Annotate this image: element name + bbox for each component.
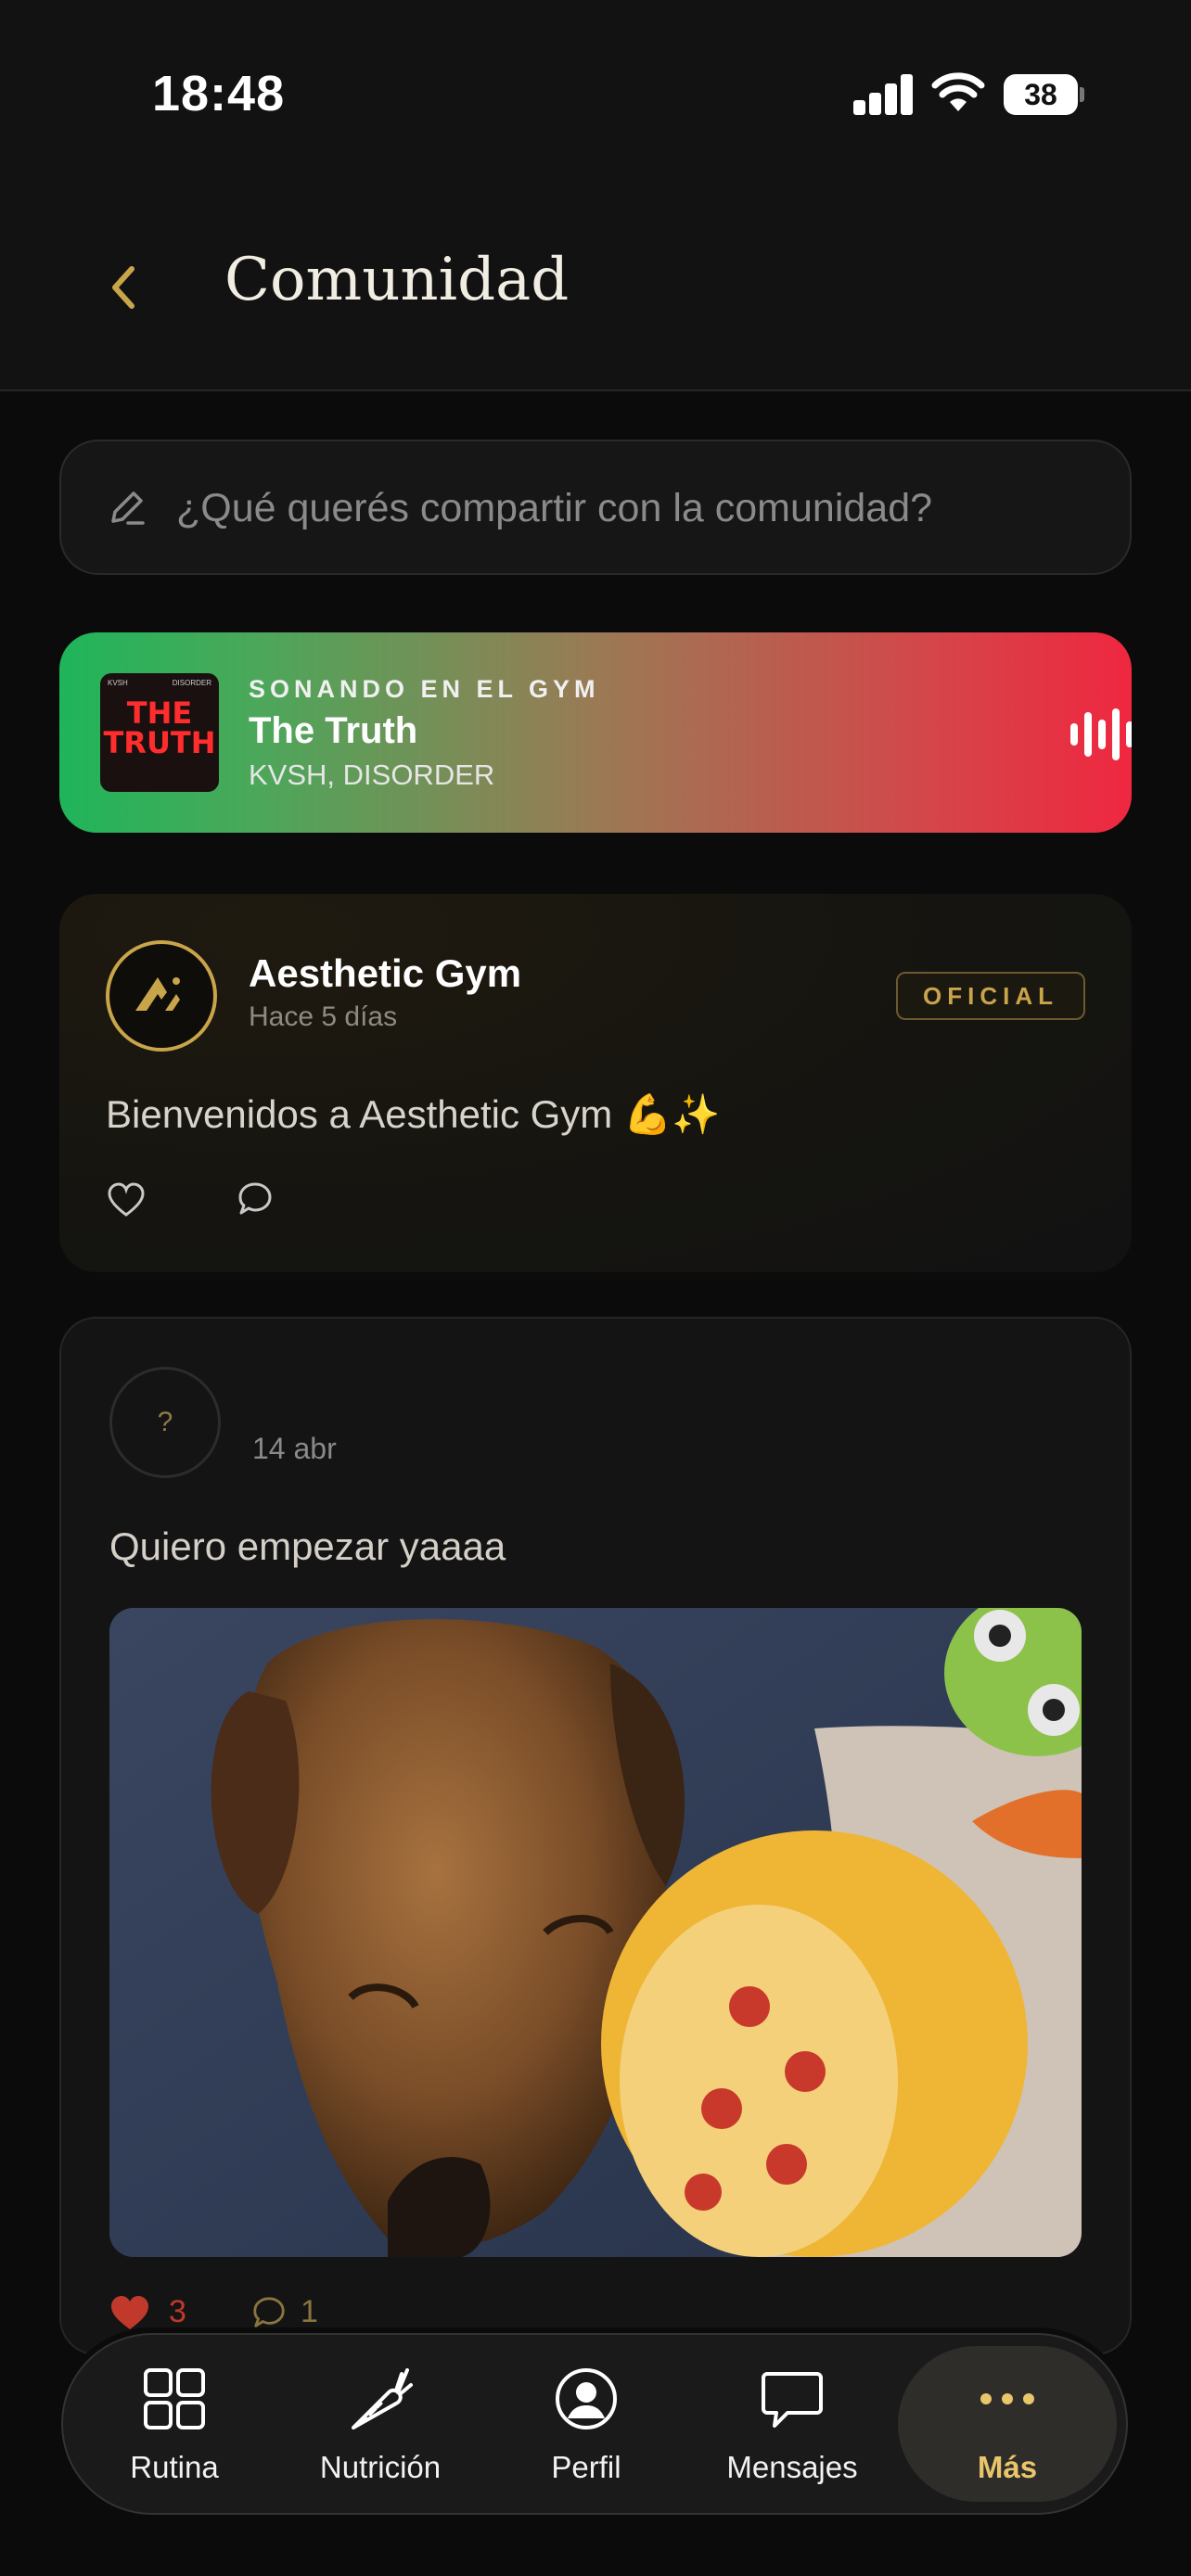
tab-perfil[interactable]: Perfil xyxy=(484,2335,688,2513)
chevron-left-icon[interactable] xyxy=(104,260,141,315)
post-composer[interactable] xyxy=(59,440,1132,575)
post-photo[interactable] xyxy=(109,1608,1082,2257)
comment-count: 1 xyxy=(301,2294,318,2329)
tab-label: Rutina xyxy=(130,2450,219,2484)
post-text: Quiero empezar yaaaa xyxy=(109,1524,506,1568)
album-cover: KVSH DISORDER THE TRUTH xyxy=(100,673,219,792)
post-card-user[interactable]: ? 14 abr Quiero empezar yaaaa 3 1 xyxy=(59,1317,1132,2355)
more-dots-icon xyxy=(980,2393,1034,2404)
post-author: Aesthetic Gym xyxy=(249,951,522,995)
tab-mas[interactable]: Más xyxy=(898,2346,1117,2502)
battery-level: 38 xyxy=(1004,74,1078,115)
tab-label: Nutrición xyxy=(319,2450,442,2484)
tab-label: Más xyxy=(977,2450,1038,2484)
comment-icon[interactable] xyxy=(236,1180,275,1218)
song-title: The Truth xyxy=(249,710,418,751)
heart-filled-icon[interactable] xyxy=(109,2294,150,2331)
status-bar: 18:48 38 xyxy=(0,0,1191,195)
gym-logo xyxy=(106,940,217,1052)
cellular-signal-icon xyxy=(853,72,915,115)
song-artist: KVSH, DISORDER xyxy=(249,759,495,791)
post-text: Bienvenidos a Aesthetic Gym 💪✨ xyxy=(106,1092,721,1136)
like-count: 3 xyxy=(169,2294,186,2329)
nav-header: Comunidad xyxy=(0,195,1191,391)
tab-label: Perfil xyxy=(551,2450,621,2484)
page-title: Comunidad xyxy=(224,246,570,314)
chat-bubble-icon xyxy=(762,2372,823,2428)
composer-input[interactable] xyxy=(176,469,1095,547)
comment-icon[interactable] xyxy=(250,2294,288,2331)
now-playing-label: SONANDO EN EL GYM xyxy=(249,675,600,703)
carrot-icon xyxy=(352,2368,413,2429)
bottom-tab-bar: Rutina Nutrición Perfil Mensajes Más xyxy=(61,2333,1128,2515)
post-time: Hace 5 días xyxy=(249,1001,398,1032)
battery-icon: 38 xyxy=(1004,74,1084,115)
grid-icon xyxy=(144,2368,205,2429)
heart-icon[interactable] xyxy=(106,1180,147,1220)
wifi-icon xyxy=(931,72,985,111)
user-circle-icon xyxy=(556,2368,617,2429)
tab-rutina[interactable]: Rutina xyxy=(72,2335,276,2513)
tab-nutricion[interactable]: Nutrición xyxy=(278,2335,482,2513)
audio-waveform-icon xyxy=(1070,708,1132,760)
post-card-official[interactable]: Aesthetic Gym Hace 5 días OFICIAL Bienve… xyxy=(59,894,1132,1272)
status-time: 18:48 xyxy=(152,66,286,121)
tab-label: Mensajes xyxy=(726,2450,858,2484)
post-date: 14 abr xyxy=(252,1432,337,1465)
official-badge: OFICIAL xyxy=(896,972,1085,1020)
avatar[interactable]: ? xyxy=(109,1367,221,1478)
tab-mensajes[interactable]: Mensajes xyxy=(690,2335,894,2513)
pencil-icon xyxy=(111,491,145,525)
now-playing-card[interactable]: KVSH DISORDER THE TRUTH SONANDO EN EL GY… xyxy=(59,632,1132,833)
